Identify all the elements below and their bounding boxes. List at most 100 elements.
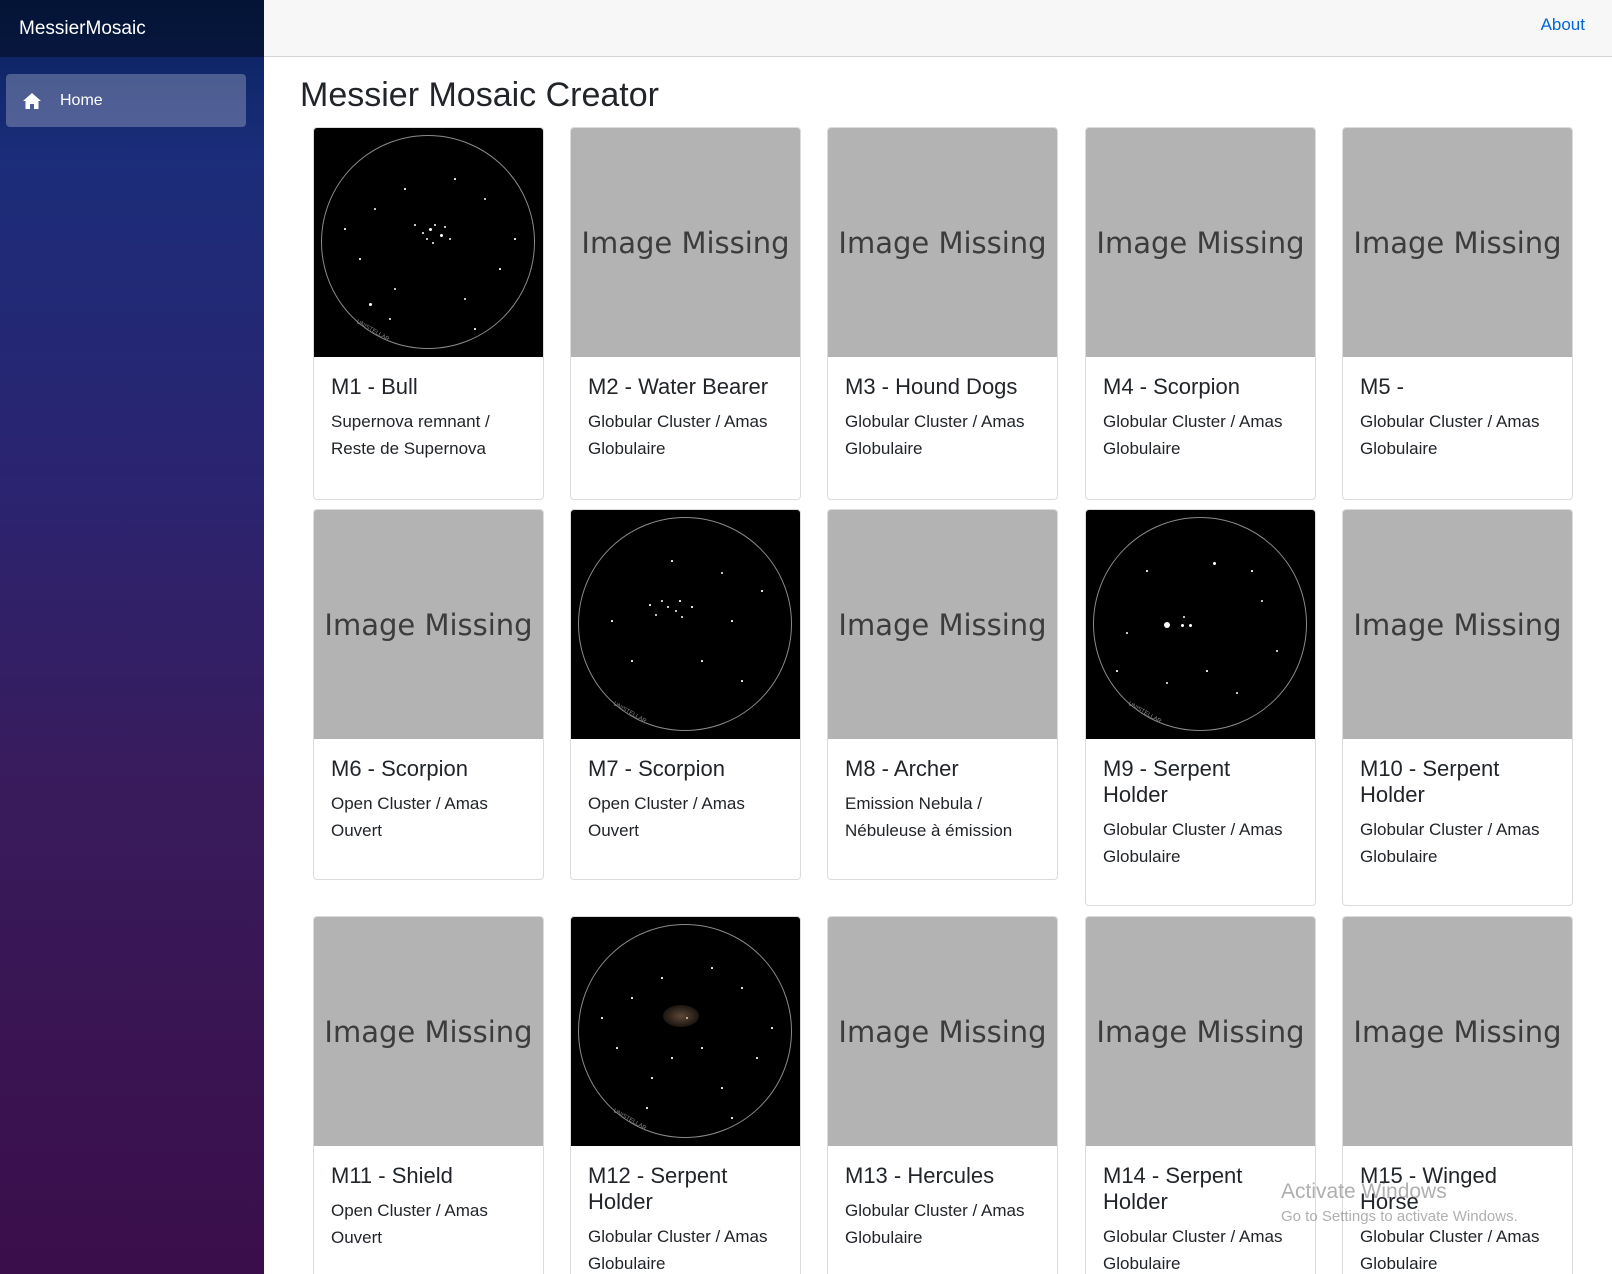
card-description: Globular Cluster / Amas Globulaire — [845, 1201, 1025, 1247]
card-description: Globular Cluster / Amas Globulaire — [588, 1227, 768, 1273]
eyepiece-circle — [321, 135, 535, 349]
brand-name[interactable]: MessierMosaic — [19, 18, 146, 40]
messier-card[interactable]: Image Missing M8 - Archer Emission Nebula … — [827, 509, 1058, 880]
image-missing-text: Image Missing — [1353, 1014, 1562, 1049]
card-title: M2 - Water Bearer — [588, 374, 769, 399]
messier-card[interactable]: Image Missing M5 - Globular Cluster / Amas… — [1342, 127, 1573, 500]
star — [671, 560, 673, 562]
star — [631, 997, 633, 999]
messier-card[interactable]: UNISTELLAR M1 - Bull Supernova remnant / R… — [313, 127, 544, 500]
card-description: Supernova remnant / Reste de Supernova — [331, 412, 490, 458]
page-title: Messier Mosaic Creator — [300, 76, 659, 114]
card-image-placeholder: Image Missing — [828, 917, 1057, 1146]
image-missing-text: Image Missing — [838, 1014, 1047, 1049]
image-missing-text: Image Missing — [1353, 225, 1562, 260]
image-missing-text: Image Missing — [838, 225, 1047, 260]
card-body: M1 - Bull Supernova remnant / Reste de Su… — [314, 357, 543, 472]
card-image-placeholder: Image Missing — [828, 128, 1057, 357]
star — [661, 600, 663, 602]
image-missing-text: Image Missing — [1096, 1014, 1305, 1049]
card-title: M12 - Serpent Holder — [588, 1163, 728, 1214]
messier-card[interactable]: Image Missing M10 - Serpent Holder Globula… — [1342, 509, 1573, 906]
card-description: Globular Cluster / Amas Globulaire — [845, 412, 1025, 458]
image-missing-text: Image Missing — [1353, 607, 1562, 642]
messier-card[interactable]: UNISTELLAR M12 - Serpent Holder Globular C… — [570, 916, 801, 1274]
star — [1206, 670, 1208, 672]
messier-card[interactable]: UNISTELLAR M7 - Scorpion Open Cluster / Am… — [570, 509, 801, 880]
star — [422, 232, 424, 234]
star — [671, 1057, 673, 1059]
image-missing-text: Image Missing — [838, 607, 1047, 642]
messier-card[interactable]: UNISTELLAR M9 - Serpent Holder Globular Cl… — [1085, 509, 1316, 906]
image-missing-text: Image Missing — [581, 225, 790, 260]
card-body: M14 - Serpent Holder Globular Cluster / A… — [1086, 1146, 1315, 1274]
star — [374, 208, 376, 210]
card-description: Emission Nebula / Nébuleuse à émission — [845, 794, 1013, 840]
card-body: M3 - Hound Dogs Globular Cluster / Amas G… — [828, 357, 1057, 472]
card-image-placeholder: Image Missing — [314, 917, 543, 1146]
card-photo: UNISTELLAR — [1086, 510, 1315, 739]
star — [661, 977, 663, 979]
star — [1164, 622, 1170, 628]
messier-card[interactable]: Image Missing M4 - Scorpion Globular Clust… — [1085, 127, 1316, 500]
star — [1213, 562, 1216, 565]
star — [649, 604, 651, 606]
star — [444, 226, 446, 228]
star — [646, 1107, 648, 1109]
star — [389, 318, 391, 320]
card-body: M4 - Scorpion Globular Cluster / Amas Glo… — [1086, 357, 1315, 472]
star — [741, 680, 743, 682]
messier-card[interactable]: Image Missing M6 - Scorpion Open Cluster /… — [313, 509, 544, 880]
eyepiece-circle — [578, 517, 792, 731]
about-link[interactable]: About — [1541, 15, 1585, 35]
star — [1146, 570, 1148, 572]
card-image-placeholder: Image Missing — [1343, 917, 1572, 1146]
star — [434, 224, 436, 226]
messier-card[interactable]: Image Missing M3 - Hound Dogs Globular Clu… — [827, 127, 1058, 500]
card-body: M15 - Winged Horse Globular Cluster / Ama… — [1343, 1146, 1572, 1274]
card-image-placeholder: Image Missing — [1343, 128, 1572, 357]
star — [655, 614, 657, 616]
star — [701, 660, 703, 662]
nav-item-home[interactable]: Home — [6, 74, 246, 127]
messier-card[interactable]: Image Missing M11 - Shield Open Cluster / … — [313, 916, 544, 1274]
card-title: M14 - Serpent Holder — [1103, 1163, 1243, 1214]
card-title: M6 - Scorpion — [331, 756, 468, 781]
star — [414, 224, 416, 226]
star — [404, 188, 406, 190]
card-description: Globular Cluster / Amas Globulaire — [1360, 820, 1540, 866]
messier-card[interactable]: Image Missing M15 - Winged Horse Globular … — [1342, 916, 1573, 1274]
star — [681, 616, 683, 618]
messier-card[interactable]: Image Missing M2 - Water Bearer Globular C… — [570, 127, 801, 500]
card-image-placeholder: Image Missing — [828, 510, 1057, 739]
card-title: M10 - Serpent Holder — [1360, 756, 1500, 807]
card-body: M8 - Archer Emission Nebula / Nébuleuse à… — [828, 739, 1057, 854]
star — [756, 1057, 758, 1059]
star — [691, 606, 693, 608]
card-body: M11 - Shield Open Cluster / Amas Ouvert — [314, 1146, 543, 1261]
card-description: Globular Cluster / Amas Globulaire — [1103, 820, 1283, 866]
star — [631, 660, 633, 662]
card-body: M10 - Serpent Holder Globular Cluster / A… — [1343, 739, 1572, 880]
card-body: M7 - Scorpion Open Cluster / Amas Ouvert — [571, 739, 800, 854]
card-body: M5 - Globular Cluster / Amas Globulaire — [1343, 357, 1572, 472]
card-description: Globular Cluster / Amas Globulaire — [1103, 412, 1283, 458]
star — [741, 987, 743, 989]
star — [1251, 570, 1253, 572]
messier-card[interactable]: Image Missing M14 - Serpent Holder Globula… — [1085, 916, 1316, 1274]
star — [484, 198, 486, 200]
star — [761, 590, 763, 592]
messier-card[interactable]: Image Missing M13 - Hercules Globular Clus… — [827, 916, 1058, 1274]
card-photo: UNISTELLAR — [314, 128, 543, 357]
card-title: M1 - Bull — [331, 374, 418, 399]
star — [464, 298, 466, 300]
brand-bar: MessierMosaic — [0, 0, 264, 57]
card-title: M13 - Hercules — [845, 1163, 995, 1188]
card-description: Globular Cluster / Amas Globulaire — [1360, 1227, 1540, 1273]
card-photo: UNISTELLAR — [571, 917, 800, 1146]
star — [731, 620, 733, 622]
star — [711, 967, 713, 969]
card-image-placeholder: Image Missing — [1086, 128, 1315, 357]
star — [454, 178, 456, 180]
card-description: Open Cluster / Amas Ouvert — [331, 1201, 488, 1247]
